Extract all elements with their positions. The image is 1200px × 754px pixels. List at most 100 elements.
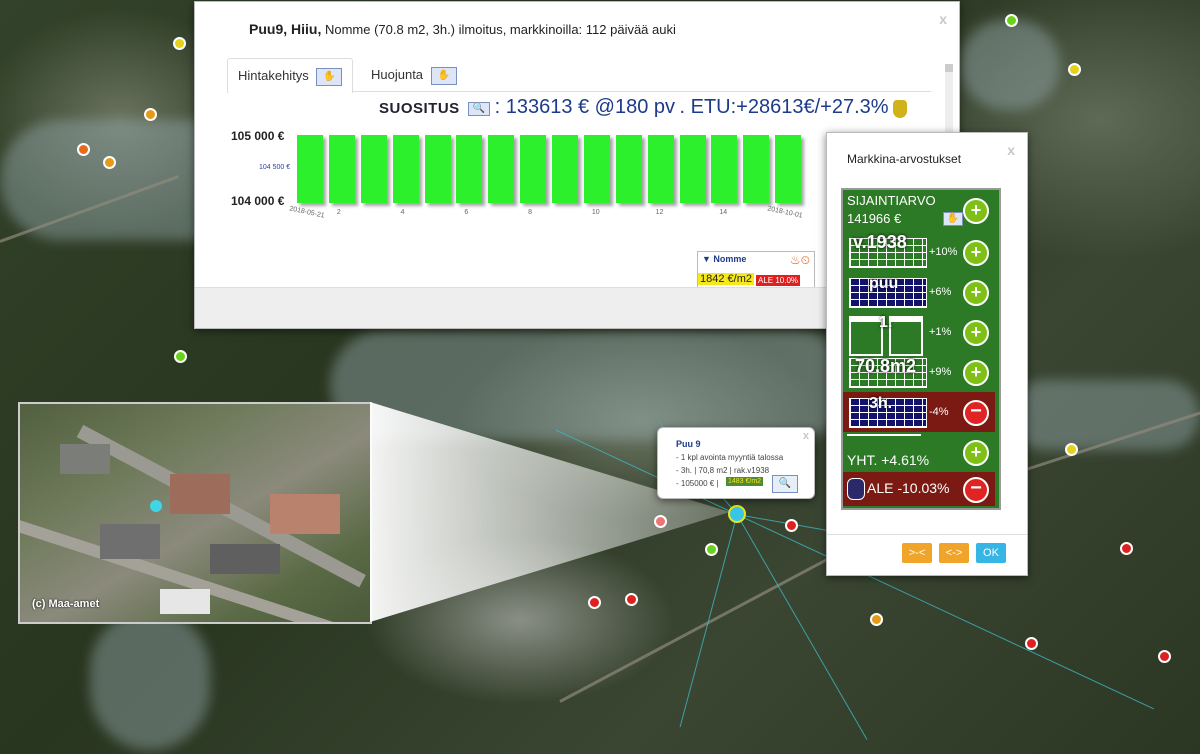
info-title: Puu 9 (676, 439, 701, 449)
stamp-icon: ✋ (943, 212, 963, 226)
chart-bar (392, 135, 419, 203)
valuation-pct: +6% (929, 286, 952, 298)
x-tick-label: 4 (400, 209, 405, 216)
map-marker[interactable] (174, 350, 187, 363)
search-icon[interactable]: 🔍 (468, 101, 491, 116)
info-price-tag: 1483 €/m2 (726, 477, 764, 486)
map-marker[interactable] (1025, 637, 1038, 650)
tab-hintakehitys[interactable]: Hintakehitys ✋ (227, 58, 354, 93)
remove-button[interactable]: − (963, 400, 989, 426)
ale-value: ALE -10.03% (867, 480, 950, 496)
close-icon[interactable]: x (803, 430, 809, 442)
x-tick-label: 8 (528, 209, 533, 216)
y-tick-label: 104 000 € (231, 194, 285, 208)
map-marker[interactable] (1120, 542, 1133, 555)
valuation-row-area: 70.8m2 +9% + (843, 352, 995, 392)
market-panel: Markkina-arvostukset x SIJAINTIARVO 1419… (826, 132, 1028, 576)
valuation-label: 70.8m2 (855, 356, 917, 376)
aerial-photo: (c) Maa-amet (18, 402, 372, 624)
info-popup: Puu 9 x - 1 kpl avointa myyntiä talossa … (657, 427, 815, 499)
valuation-row-year: v.1938 +10% + (843, 232, 995, 272)
valuation-label: 1. (879, 314, 893, 331)
info-line: - 105000 € | (676, 479, 719, 488)
market-title: Markkina-arvostukset (847, 152, 962, 166)
river (1010, 380, 1200, 450)
chart-bar (360, 135, 387, 203)
chart-bar (615, 135, 642, 203)
suositus-label: SUOSITUS (379, 100, 460, 117)
zoom-icon[interactable]: 🔍 (772, 475, 798, 493)
total-value: YHT. +4.61% (847, 452, 930, 468)
valuation-row-floor: 1. +1% + (843, 312, 995, 356)
river (960, 20, 1060, 110)
valuation-pct: -4% (929, 406, 949, 418)
x-tick-label: 2018-05-21 (288, 205, 326, 220)
x-tick-label: 2018-10-01 (766, 205, 804, 220)
aerial-credit: (c) Maa-amet (32, 598, 100, 610)
map-marker[interactable] (103, 156, 116, 169)
chart-bar (711, 135, 738, 203)
valuation-row-material: puu +6% + (843, 272, 995, 312)
x-tick-label: 12 (655, 209, 664, 216)
map-marker[interactable] (625, 593, 638, 606)
expand-button[interactable]: <-> (939, 543, 969, 563)
location-value-row: SIJAINTIARVO 141966 € ✋ + (843, 190, 995, 230)
x-tick-label: 10 (591, 209, 600, 216)
selected-marker[interactable] (728, 505, 746, 523)
chart-bar (679, 135, 706, 203)
ok-button[interactable]: OK (976, 543, 1006, 563)
remove-button[interactable]: − (963, 477, 989, 503)
map-marker[interactable] (1068, 63, 1081, 76)
valuation-pct: +10% (929, 246, 958, 258)
info-line: - 3h. | 70,8 m2 | rak.v1938 (676, 466, 770, 475)
chart-bar (297, 135, 323, 203)
add-button[interactable]: + (963, 360, 989, 386)
map-marker[interactable] (77, 143, 90, 156)
x-tick-label: 6 (464, 209, 469, 216)
add-button[interactable]: + (963, 198, 989, 224)
chart-bar (552, 135, 578, 203)
close-icon[interactable]: x (939, 11, 947, 27)
add-button[interactable]: + (963, 280, 989, 306)
bar-area (295, 135, 805, 203)
money-bag-icon (893, 99, 907, 118)
tab-label: Hintakehitys (238, 68, 309, 83)
add-button[interactable]: + (963, 240, 989, 266)
valuation-label: 3h. (869, 395, 893, 412)
total-row: YHT. +4.61% + (843, 436, 995, 472)
map-marker[interactable] (1158, 650, 1171, 663)
add-button[interactable]: + (963, 320, 989, 346)
map-marker[interactable] (173, 37, 186, 50)
map-marker[interactable] (870, 613, 883, 626)
map-marker[interactable] (1065, 443, 1078, 456)
nomme-ale: ALE 10.0% (756, 275, 801, 286)
chart-bar (743, 135, 770, 203)
popup-title-details: Nomme (70.8 m2, 3h.) ilmoitus, markkinoi… (324, 22, 676, 37)
aerial-marker (150, 500, 162, 512)
x-tick-label: 14 (719, 209, 728, 216)
location-label: SIJAINTIARVO (847, 193, 936, 208)
valuation-label: puu (869, 275, 899, 292)
chart-bar (583, 135, 610, 203)
valuation-stack: SIJAINTIARVO 141966 € ✋ + v.1938 +10% + … (841, 188, 1001, 510)
building-icon (849, 316, 883, 356)
map-marker[interactable] (785, 519, 798, 532)
x-axis: 2018-05-21 2 4 6 8 10 12 14 2018-10-01 (289, 205, 805, 223)
info-line: - 1 kpl avointa myyntiä talossa (676, 453, 784, 462)
compress-button[interactable]: >-< (902, 543, 932, 563)
x-tick-label: 2 (336, 209, 341, 216)
chart-bar (775, 135, 802, 203)
river (90, 610, 210, 750)
building-icon (889, 316, 923, 356)
add-button[interactable]: + (963, 440, 989, 466)
map-marker[interactable] (1005, 14, 1018, 27)
valuation-label: v.1938 (853, 232, 907, 252)
map-marker[interactable] (705, 543, 718, 556)
chart-bar (520, 135, 547, 203)
tab-huojunta[interactable]: Huojunta ✋ (361, 58, 467, 92)
close-icon[interactable]: x (1007, 142, 1015, 158)
map-marker[interactable] (588, 596, 601, 609)
map-marker[interactable] (144, 108, 157, 121)
ale-row: ALE -10.03% − (843, 472, 995, 506)
popup-title: Puu9, Hiiu, Nomme (70.8 m2, 3h.) ilmoitu… (249, 21, 676, 37)
